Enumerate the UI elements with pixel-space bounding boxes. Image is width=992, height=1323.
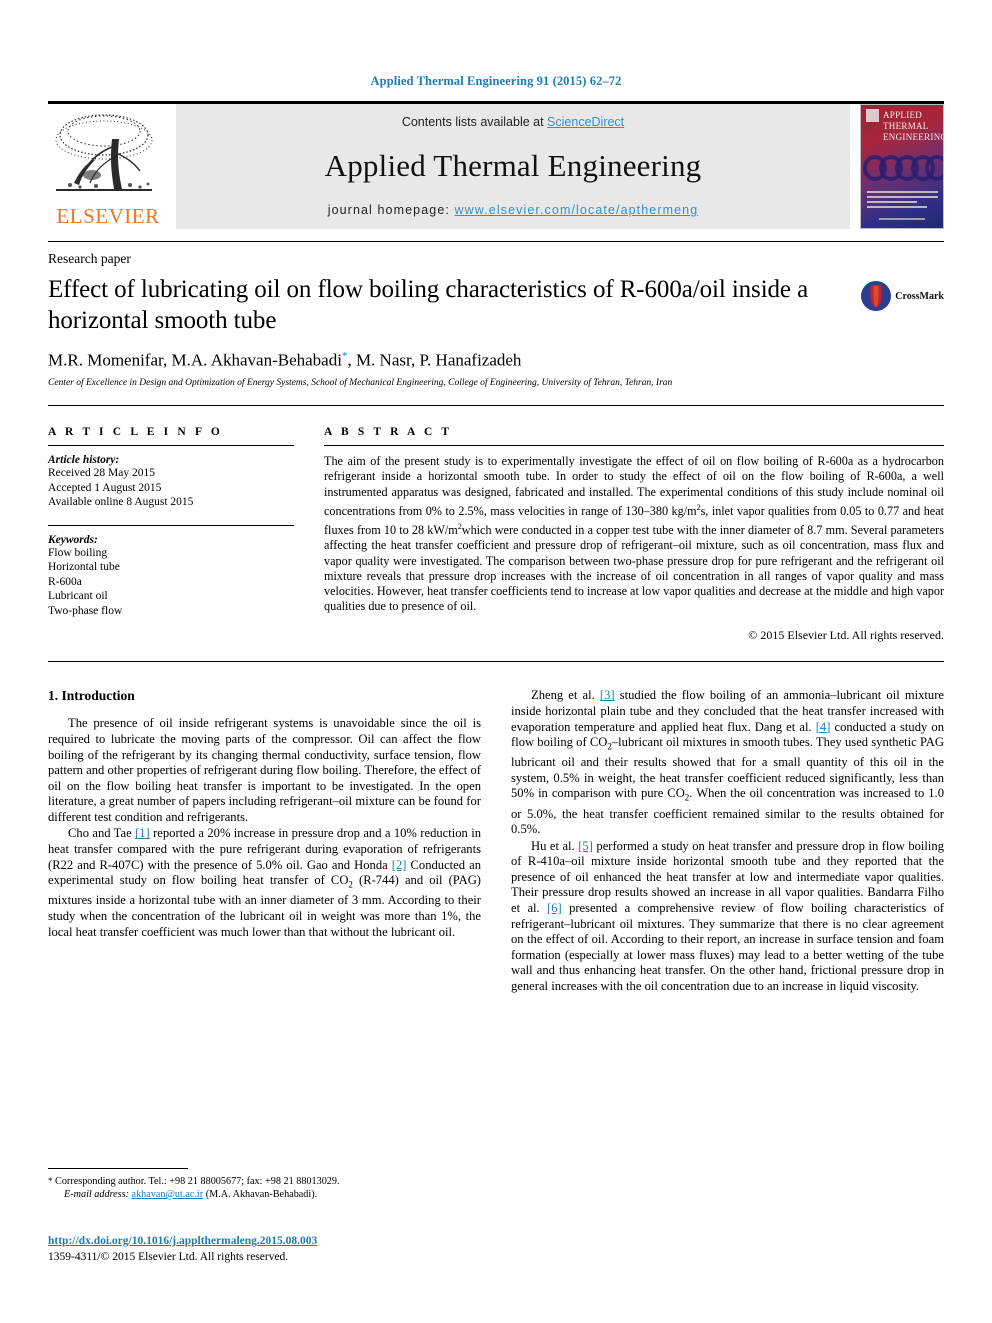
abstract-column: A B S T R A C T The aim of the present s…	[324, 426, 944, 643]
citation-link-2[interactable]: [2]	[392, 858, 407, 872]
abstract-rule: The aim of the present study is to exper…	[324, 445, 944, 643]
email-link[interactable]: akhavan@ut.ac.ir	[132, 1189, 204, 1200]
abstract-copyright: © 2015 Elsevier Ltd. All rights reserved…	[748, 628, 944, 643]
article-history-label: Article history:	[48, 454, 120, 467]
page-title: Effect of lubricating oil on flow boilin…	[48, 276, 809, 334]
crossmark-icon	[861, 281, 892, 311]
paragraph: Hu et al. [5] performed a study on heat …	[511, 839, 944, 995]
cover-rings-graphic	[861, 155, 943, 183]
abstract-body: The aim of the present study is to exper…	[324, 454, 944, 614]
authors-before-star: M.R. Momenifar, M.A. Akhavan-Behabadi	[48, 350, 342, 370]
divider-info	[48, 405, 944, 407]
section-heading-introduction: 1. Introduction	[48, 688, 135, 704]
contents-prefix: Contents lists available at	[401, 115, 548, 129]
citation-link-6[interactable]: [6]	[547, 901, 562, 915]
journal-band: Contents lists available at ScienceDirec…	[176, 104, 850, 229]
citation-link-5[interactable]: [5]	[578, 839, 593, 853]
journal-title: Applied Thermal Engineering	[324, 148, 702, 183]
paper-page: Applied Thermal Engineering 91 (2015) 62…	[0, 0, 992, 1323]
keyword-item: Flow boiling	[48, 546, 108, 559]
article-info-heading: A R T I C L E I N F O	[48, 426, 223, 439]
contents-lists-line: Contents lists available at ScienceDirec…	[402, 115, 624, 129]
cover-text-lines	[867, 191, 938, 211]
cover-title-line3: ENGINEERING	[883, 132, 944, 142]
footnote-rule	[48, 1168, 188, 1169]
journal-homepage-line: journal homepage: www.elsevier.com/locat…	[328, 203, 699, 217]
footnote-block: * Corresponding author. Tel.: +98 21 880…	[48, 1168, 481, 1201]
citation-link-3[interactable]: [3]	[600, 688, 615, 702]
cover-footer-rule	[879, 218, 925, 220]
article-info-column: A R T I C L E I N F O Article history: R…	[48, 426, 294, 643]
author-list: M.R. Momenifar, M.A. Akhavan-Behabadi*, …	[48, 350, 944, 371]
corresponding-author-note: * Corresponding author. Tel.: +98 21 880…	[48, 1175, 481, 1188]
text-run: presented a comprehensive review of flow…	[511, 901, 944, 994]
title-row: Effect of lubricating oil on flow boilin…	[48, 267, 944, 336]
keyword-item: R-600a	[48, 575, 82, 588]
crossmark-label: CrossMark	[895, 290, 944, 302]
elsevier-wordmark: ELSEVIER	[56, 204, 160, 228]
body-right-column: Zheng et al. [3] studied the flow boilin…	[511, 688, 944, 994]
email-owner: (M.A. Akhavan-Behabadi).	[203, 1189, 318, 1200]
history-item: Available online 8 August 2015	[48, 496, 194, 509]
homepage-prefix: journal homepage:	[327, 203, 455, 217]
paragraph: The presence of oil inside refrigerant s…	[48, 716, 481, 824]
corresponding-text: Corresponding author. Tel.: +98 21 88005…	[52, 1176, 340, 1187]
doi-link[interactable]: http://dx.doi.org/10.1016/j.applthermale…	[48, 1235, 317, 1247]
journal-cover-image: APPLIED THERMAL ENGINEERING	[860, 104, 944, 229]
article-type-label: Research paper	[48, 251, 131, 266]
email-note: E-mail address: akhavan@ut.ac.ir (M.A. A…	[48, 1188, 481, 1201]
sciencedirect-link[interactable]: ScienceDirect	[547, 115, 624, 129]
cover-elsevier-mark	[866, 109, 879, 122]
text-run: Cho and Tae	[68, 826, 136, 841]
keywords-block: Keywords: Flow boiling Horizontal tube R…	[48, 524, 294, 619]
body-left-column: 1. Introduction The presence of oil insi…	[48, 688, 481, 994]
divider-body	[48, 661, 944, 663]
issn-copyright: 1359-4311/© 2015 Elsevier Ltd. All right…	[48, 1251, 289, 1263]
citation-link-1[interactable]: [1]	[135, 826, 150, 840]
keyword-item: Horizontal tube	[48, 561, 120, 574]
text-run: Zheng et al.	[531, 688, 600, 703]
keywords-label: Keywords:	[48, 533, 98, 546]
citation-link-4[interactable]: [4]	[816, 720, 831, 734]
keyword-item: Two-phase flow	[48, 604, 123, 617]
history-item: Accepted 1 August 2015	[48, 481, 162, 494]
keyword-item: Lubricant oil	[48, 590, 108, 603]
divider-top	[48, 241, 944, 242]
keywords-rule: Keywords: Flow boiling Horizontal tube R…	[48, 524, 294, 619]
cover-title-line1: APPLIED	[883, 110, 923, 120]
body-columns: 1. Introduction The presence of oil insi…	[48, 688, 944, 994]
email-label: E-mail address:	[64, 1189, 129, 1200]
cover-title-line2: THERMAL	[883, 121, 929, 131]
info-abstract-region: A R T I C L E I N F O Article history: R…	[48, 426, 944, 643]
text-run: Hu et al.	[531, 838, 579, 853]
article-info-rule: Article history: Received 28 May 2015 Ac…	[48, 445, 294, 510]
running-head: Applied Thermal Engineering 91 (2015) 62…	[370, 74, 622, 88]
paragraph: Cho and Tae [1] reported a 20% increase …	[48, 826, 481, 940]
elsevier-tree-icon	[52, 109, 164, 205]
affiliation: Center of Excellence in Design and Optim…	[48, 377, 673, 388]
journal-homepage-link[interactable]: www.elsevier.com/locate/apthermeng	[455, 203, 699, 217]
cover-title: APPLIED THERMAL ENGINEERING	[883, 110, 944, 143]
crossmark-badge[interactable]: CrossMark	[861, 281, 944, 311]
doi-block: http://dx.doi.org/10.1016/j.applthermale…	[48, 1231, 317, 1263]
paragraph: Zheng et al. [3] studied the flow boilin…	[511, 688, 944, 837]
authors-after-star: , M. Nasr, P. Hanafizadeh	[347, 350, 522, 370]
journal-masthead: ELSEVIER Contents lists available at Sci…	[48, 101, 944, 229]
elsevier-logo: ELSEVIER	[48, 104, 168, 229]
history-item: Received 28 May 2015	[48, 467, 155, 480]
abstract-heading: A B S T R A C T	[324, 426, 453, 439]
